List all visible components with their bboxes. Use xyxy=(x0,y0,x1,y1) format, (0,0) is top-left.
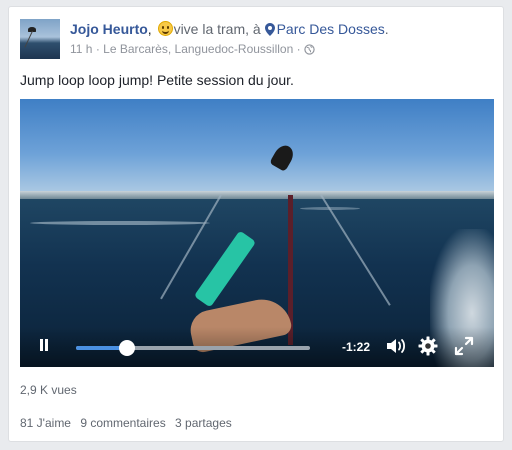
location-pin-icon xyxy=(264,23,275,36)
fullscreen-icon[interactable] xyxy=(454,336,474,356)
avatar[interactable] xyxy=(20,19,60,59)
post-stats: 81 J'aime 9 commentaires 3 partages xyxy=(20,416,238,430)
shares-link[interactable]: 3 partages xyxy=(175,416,232,430)
progress-bar[interactable] xyxy=(76,340,310,356)
meta-separator-2: · xyxy=(296,42,301,56)
likes-link[interactable]: 81 J'aime xyxy=(20,416,71,430)
smiley-icon xyxy=(157,21,173,36)
place-link[interactable]: Parc Des Dosses xyxy=(277,21,385,37)
post-meta: 11 h · Le Barcarès, Languedoc-Roussillon… xyxy=(70,42,315,56)
video-player[interactable]: -1:22 xyxy=(20,99,494,367)
activity-text: vive la tram, à xyxy=(173,21,261,37)
post-header: Jojo Heurto, vive la tram, à Parc Des Do… xyxy=(20,18,492,60)
volume-icon[interactable] xyxy=(386,337,408,355)
pause-icon[interactable] xyxy=(38,339,50,353)
globe-icon[interactable] xyxy=(304,44,315,55)
post-text: Jump loop loop jump! Petite session du j… xyxy=(20,72,294,88)
title-period: . xyxy=(384,21,389,37)
view-count: 2,9 K vues xyxy=(20,383,77,397)
meta-separator-1: · xyxy=(95,42,100,56)
progress-thumb[interactable] xyxy=(119,340,136,356)
author-comma: , xyxy=(147,21,152,37)
post-title-line: Jojo Heurto, vive la tram, à Parc Des Do… xyxy=(70,21,389,37)
video-controls: -1:22 xyxy=(20,327,494,367)
time-remaining: -1:22 xyxy=(342,340,371,354)
post-card: Jojo Heurto, vive la tram, à Parc Des Do… xyxy=(8,6,504,442)
gear-icon[interactable] xyxy=(418,336,438,356)
comments-link[interactable]: 9 commentaires xyxy=(80,416,165,430)
author-name[interactable]: Jojo Heurto xyxy=(70,21,148,37)
post-time[interactable]: 11 h xyxy=(70,42,92,56)
post-location[interactable]: Le Barcarès, Languedoc-Roussillon xyxy=(103,42,293,56)
